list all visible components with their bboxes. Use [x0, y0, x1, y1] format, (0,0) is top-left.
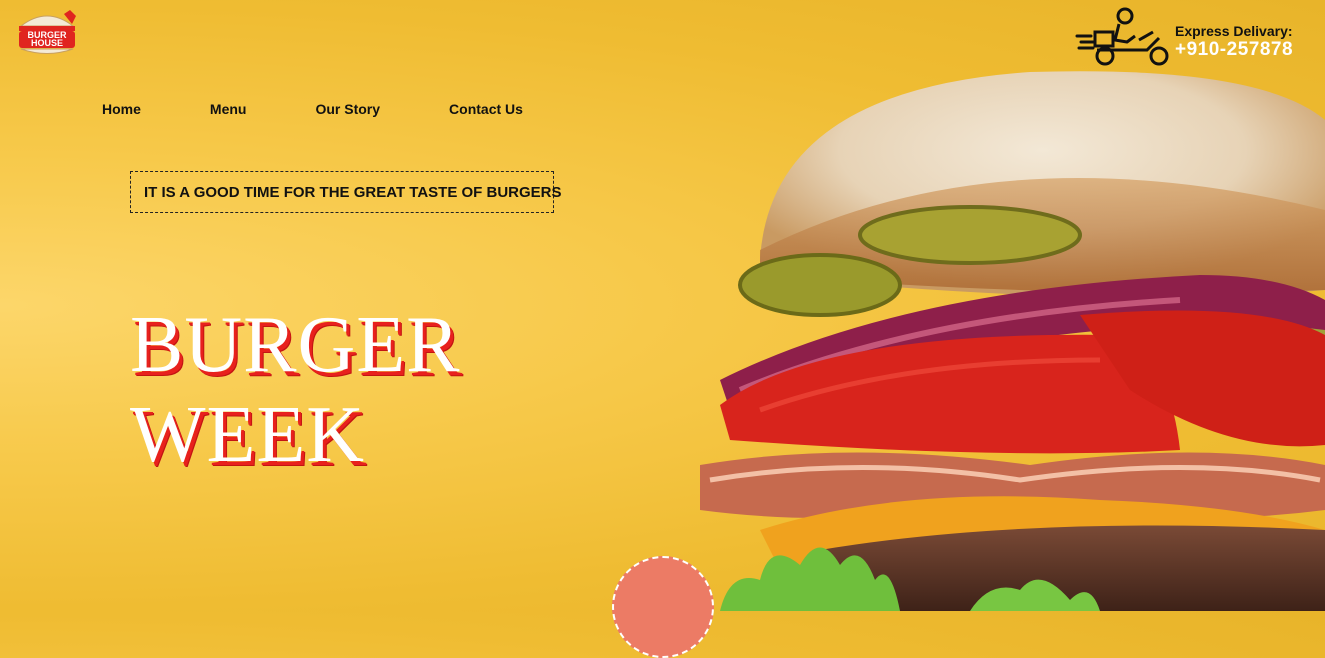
delivery-label: Express Delivary: [1175, 23, 1293, 39]
nav-contact-us[interactable]: Contact Us [449, 101, 523, 117]
brand-logo[interactable]: BURGER HOUSE [16, 8, 78, 56]
svg-text:HOUSE: HOUSE [31, 38, 63, 48]
nav-menu[interactable]: Menu [210, 101, 247, 117]
burger-image [700, 60, 1325, 611]
hero-title-line-1: BURGER [130, 301, 461, 389]
hero-tagline: IT IS A GOOD TIME FOR THE GREAT TASTE OF… [130, 171, 562, 213]
main-nav: Home Menu Our Story Contact Us [102, 101, 523, 117]
offer-badge[interactable] [612, 556, 714, 658]
delivery-phone[interactable]: +910-257878 [1175, 39, 1293, 61]
hero-title-line-2: WEEK [130, 391, 366, 479]
nav-our-story[interactable]: Our Story [315, 101, 380, 117]
nav-home[interactable]: Home [102, 101, 141, 117]
hero-title: BURGER WEEK [130, 300, 461, 480]
delivery-scooter-icon [1075, 7, 1169, 66]
landing-page: BURGER HOUSE Express Delivary: +910-2578… [0, 0, 1325, 658]
